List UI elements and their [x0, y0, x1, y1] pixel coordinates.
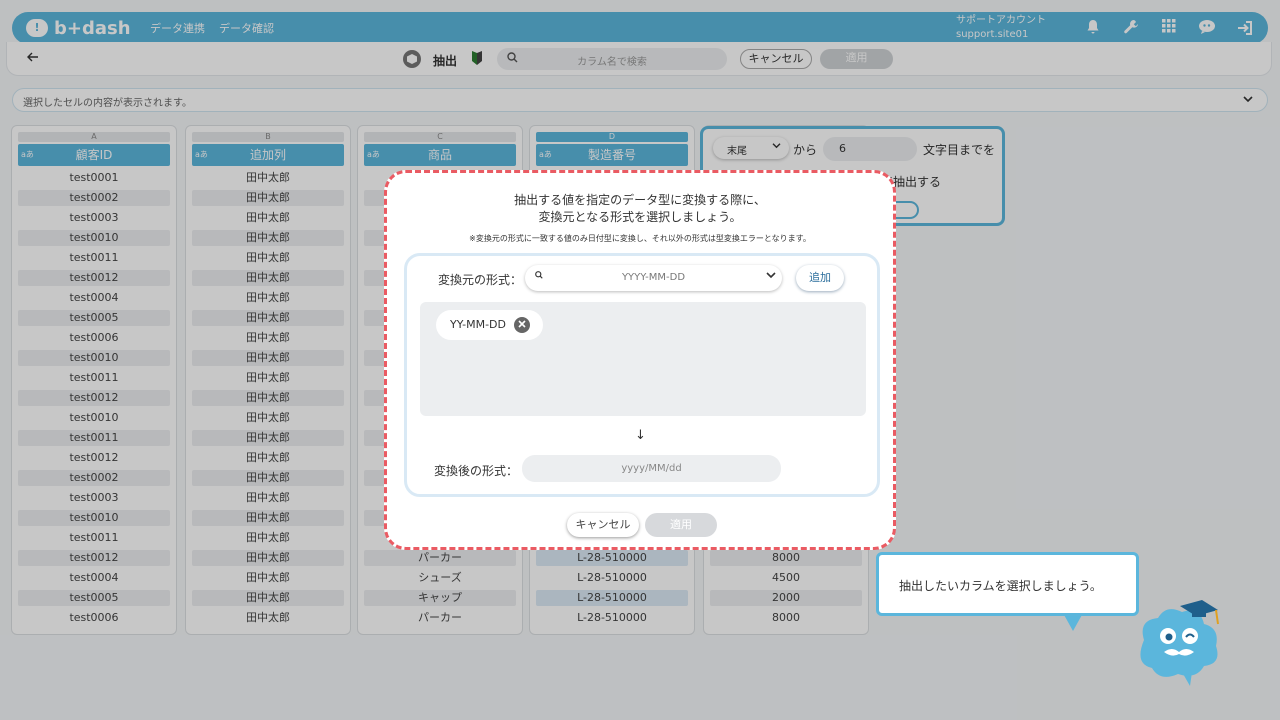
modal-note: ※変換元の形式に一致する値のみ日付型に変換し、それ以外の形式は型変換エラーとなり… — [469, 234, 811, 243]
source-format-value: YYYY-MM-DD — [621, 272, 686, 283]
hint-text: 抽出したいカラムを選択しましょう。 — [899, 579, 1102, 593]
format-tag-label: YY-MM-DD — [450, 318, 506, 331]
format-tag: YY-MM-DD — [436, 310, 543, 340]
modal-apply-button[interactable]: 適用 — [645, 513, 717, 537]
target-format-field[interactable]: yyyy/MM/dd — [522, 455, 781, 482]
source-format-label: 変換元の形式： — [438, 273, 523, 287]
chevron-down-icon — [766, 271, 776, 282]
hint-bubble: 抽出したいカラムを選択しましょう。 — [876, 552, 1139, 631]
source-format-select[interactable]: YYYY-MM-DD — [525, 265, 782, 291]
format-conversion-modal: 抽出する値を指定のデータ型に変換する際に、 変換元となる形式を選択しましょう。 … — [384, 170, 896, 550]
target-format-label: 変換後の形式： — [434, 464, 519, 478]
modal-title-line1: 抽出する値を指定のデータ型に変換する際に、 — [514, 193, 766, 207]
hint-bubble-tail — [1063, 613, 1083, 631]
selected-formats-area: YY-MM-DD — [420, 302, 866, 416]
arrow-down-icon: ↓ — [635, 428, 646, 443]
mascot-icon — [1130, 600, 1222, 686]
modal-cancel-button[interactable]: キャンセル — [567, 513, 639, 537]
format-settings-box: 変換元の形式： YYYY-MM-DD 追加 YY-MM-DD ↓ 変換後の形式：… — [404, 253, 880, 497]
modal-title-line2: 変換元となる形式を選択しましょう。 — [538, 210, 742, 224]
remove-tag-icon[interactable] — [514, 317, 530, 333]
add-format-button[interactable]: 追加 — [796, 265, 844, 291]
